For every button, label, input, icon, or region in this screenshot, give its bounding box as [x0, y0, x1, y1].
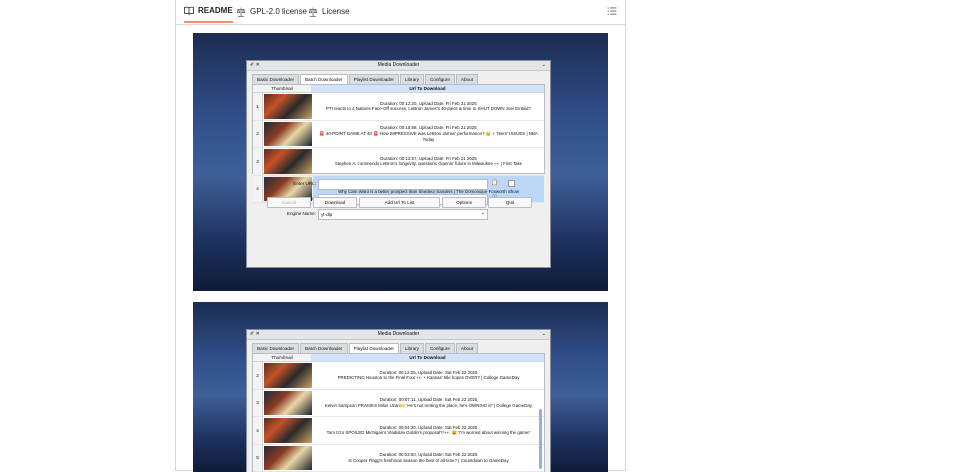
- tab-readme[interactable]: README: [184, 0, 233, 23]
- tab-readme-label: README: [198, 6, 233, 15]
- window-titlebar: ✐ ✕ Media Downloader ⌄: [247, 61, 550, 71]
- video-title: 🚨 40-POINT GAME AT 40 🚨 How IMPRESSIVE w…: [315, 131, 542, 142]
- video-info: Duration: 00:04:30, Upload Date: Sat Feb…: [313, 417, 544, 444]
- video-thumbnail: [264, 391, 312, 416]
- table-row[interactable]: 1 Duration: 00:12:20, Upload Date: Fri F…: [253, 93, 544, 121]
- tab-library[interactable]: Library: [400, 343, 424, 353]
- video-title: Is Cooper Flagg's freshman season the be…: [348, 458, 508, 464]
- video-thumbnail: [264, 446, 312, 471]
- table-row[interactable]: 3 Duration: 00:07:11, Upload Date: Sat F…: [253, 390, 544, 418]
- window-tabs: Basic Downloader Batch Downloader Playli…: [252, 343, 479, 353]
- video-title: Stephen A. commends LeBron's longevity, …: [335, 161, 522, 167]
- screenshot-playlist-downloader: ✐ ✕ Media Downloader ⌄ Basic Downloader …: [193, 302, 608, 472]
- row-number: 3: [253, 390, 263, 417]
- video-thumbnail: [264, 363, 312, 388]
- row-number: 2: [253, 121, 263, 148]
- table-row[interactable]: 2 Duration: 00:15:58, Upload Date: Fri F…: [253, 121, 544, 149]
- row-number: 5: [253, 445, 263, 472]
- tab-gpl-license-label: GPL-2.0 license: [250, 7, 307, 16]
- add-url-to-list-button[interactable]: Add Url To List: [359, 197, 440, 208]
- video-info: Duration: 00:12:25, Upload Date: Sat Feb…: [313, 362, 544, 389]
- video-thumbnail: [264, 122, 312, 147]
- scale-icon: [308, 7, 318, 17]
- tab-about[interactable]: About: [456, 343, 478, 353]
- video-thumbnail: [264, 418, 312, 443]
- video-info: Duration: 00:15:58, Upload Date: Fri Feb…: [313, 121, 544, 148]
- button-row: Cancel Download Add Url To List Options …: [267, 197, 534, 208]
- row-number: 3: [253, 148, 263, 175]
- auto-paste-checkbox[interactable]: [508, 180, 515, 187]
- tab-basic-downloader[interactable]: Basic Downloader: [252, 343, 299, 353]
- video-info: Duration: 00:03:00, Upload Date: Sat Feb…: [313, 445, 544, 472]
- thumbnail-header: Thumbnail: [253, 354, 311, 361]
- video-thumbnail: [264, 149, 312, 174]
- tab-basic-downloader[interactable]: Basic Downloader: [252, 74, 299, 84]
- row-number: 2: [253, 362, 263, 389]
- table-row[interactable]: 3 Duration: 00:13:57, Upload Date: Fri F…: [253, 148, 544, 176]
- url-header: Url To Download: [311, 354, 544, 361]
- scale-icon: [236, 7, 246, 17]
- tab-about[interactable]: About: [456, 74, 478, 84]
- tab-gpl-license[interactable]: GPL-2.0 license: [236, 0, 307, 23]
- table-row[interactable]: 5 Duration: 00:03:00, Upload Date: Sat F…: [253, 445, 544, 472]
- tab-license-label: License: [322, 7, 350, 16]
- window-titlebar: ✐ ✕ Media Downloader ⌄: [247, 330, 550, 340]
- media-downloader-window: ✐ ✕ Media Downloader ⌄ Basic Downloader …: [246, 329, 551, 472]
- book-icon: [184, 6, 194, 16]
- collapse-icon[interactable]: ⌄: [542, 61, 546, 70]
- video-thumbnail: [264, 94, 312, 119]
- options-button[interactable]: Options: [442, 197, 486, 208]
- pin-close-icon[interactable]: ✐ ✕: [250, 330, 260, 339]
- window-title: Media Downloader: [378, 62, 420, 68]
- cancel-button[interactable]: Cancel: [267, 197, 311, 208]
- enter-url-label: Enter URL:: [293, 181, 316, 186]
- table-row[interactable]: 2 Duration: 00:12:25, Upload Date: Sat F…: [253, 362, 544, 390]
- window-tabs: Basic Downloader Batch Downloader Playli…: [252, 74, 479, 84]
- table-header: Thumbnail Url To Download: [253, 354, 544, 362]
- table-row[interactable]: 4 Duration: 00:04:30, Upload Date: Sat F…: [253, 417, 544, 445]
- window-title: Media Downloader: [378, 331, 420, 337]
- playlist-list: Thumbnail Url To Download 2 Duration: 00…: [252, 353, 545, 472]
- video-title: PREDICTING Houston to the Final Four 👀 +…: [338, 375, 520, 381]
- quit-button[interactable]: Quit: [488, 197, 532, 208]
- row-number: 1: [253, 93, 263, 120]
- readme-card: README GPL-2.0 license License ✐ ✕ Media…: [175, 0, 626, 471]
- table-header: Thumbnail Url To Download: [253, 85, 544, 93]
- pin-close-icon[interactable]: ✐ ✕: [250, 61, 260, 70]
- outline-menu-icon[interactable]: [607, 6, 617, 16]
- tab-license[interactable]: License: [308, 0, 350, 23]
- row-number: 4: [253, 417, 263, 444]
- thumbnail-header: Thumbnail: [253, 85, 311, 92]
- clipboard-icon[interactable]: 📋: [490, 179, 499, 188]
- tab-library[interactable]: Library: [400, 74, 424, 84]
- download-button[interactable]: Download: [313, 197, 357, 208]
- download-list: Thumbnail Url To Download 1 Duration: 00…: [252, 84, 545, 174]
- screenshot-batch-downloader: ✐ ✕ Media Downloader ⌄ Basic Downloader …: [193, 33, 608, 291]
- video-title: PTI reacts to 4 Nations Face-Off success…: [326, 106, 531, 112]
- repo-tab-bar: README GPL-2.0 license License: [176, 0, 625, 25]
- video-info: Duration: 00:07:11, Upload Date: Sat Feb…: [313, 390, 544, 417]
- scrollbar[interactable]: [539, 409, 542, 469]
- tab-configure[interactable]: Configure: [425, 343, 455, 353]
- url-header: Url To Download: [311, 85, 544, 92]
- engine-select[interactable]: yt-dlp: [318, 209, 488, 220]
- tab-batch-downloader[interactable]: Batch Downloader: [300, 343, 348, 353]
- collapse-icon[interactable]: ⌄: [542, 330, 546, 339]
- tab-playlist-downloader[interactable]: Playlist Downloader: [349, 74, 399, 84]
- engine-name-label: Engine Name:: [287, 211, 316, 216]
- video-info: Duration: 00:12:20, Upload Date: Fri Feb…: [313, 93, 544, 120]
- tab-configure[interactable]: Configure: [425, 74, 455, 84]
- video-title: Tom Izzo SPOILED Michigan's Vladislav Go…: [327, 430, 531, 436]
- media-downloader-window: ✐ ✕ Media Downloader ⌄ Basic Downloader …: [246, 60, 551, 268]
- url-input[interactable]: [318, 179, 488, 190]
- video-title: Kelvin Sampson PRAISES Milos Uzan🙌 'He's…: [325, 403, 532, 409]
- video-info: Duration: 00:13:57, Upload Date: Fri Feb…: [313, 148, 544, 175]
